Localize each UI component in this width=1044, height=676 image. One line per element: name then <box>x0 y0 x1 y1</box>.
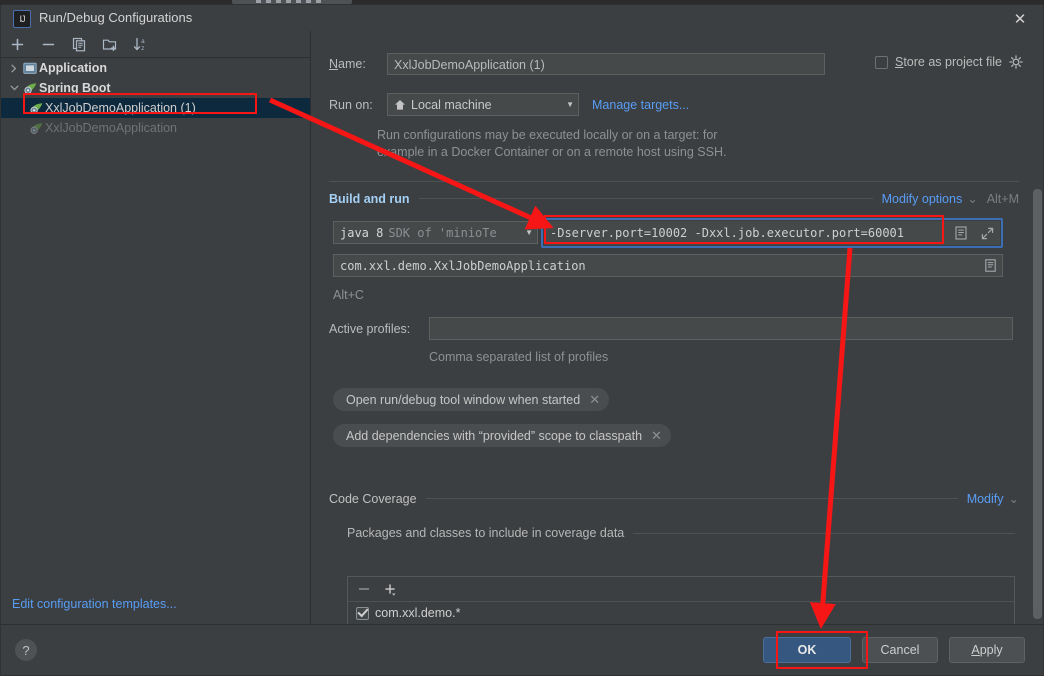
coverage-package-checkbox[interactable] <box>356 606 369 620</box>
run-on-label: Run on: <box>329 97 373 112</box>
svg-text:z: z <box>141 46 144 52</box>
spring-boot-icon <box>27 102 45 115</box>
twisty-expanded-icon[interactable] <box>7 84 21 92</box>
store-as-project-file-label: Store as project file <box>894 55 1002 69</box>
configurations-tree: Application Spring Boot XxlJobDemoApplic… <box>1 58 310 598</box>
coverage-packages-title: Packages and classes to include in cover… <box>347 526 625 540</box>
code-coverage-header: Code Coverage Modify ⌄ <box>329 491 1019 507</box>
modify-options-shortcut: Alt+M <box>986 191 1019 206</box>
dialog-footer: ? OK Cancel Apply <box>1 624 1043 675</box>
folder-add-icon[interactable] <box>100 34 120 54</box>
gear-icon[interactable] <box>1009 55 1023 69</box>
configurations-sidebar: a z Application Spring Boot XxlJobDemoAp… <box>1 31 316 627</box>
footer-buttons: OK Cancel Apply <box>763 637 1025 663</box>
configurations-toolbar: a z <box>1 31 316 58</box>
sdk-secondary-label: SDK of 'minioTe <box>388 225 497 240</box>
backdrop-dots <box>256 0 326 3</box>
active-profiles-input[interactable] <box>429 317 1013 340</box>
main-class-field-container: com.xxl.demo.XxlJobDemoApplication <box>333 254 1003 277</box>
twisty-collapsed-icon[interactable] <box>7 64 21 73</box>
name-label: Name: <box>329 57 366 71</box>
jvm-options-input[interactable]: -Dserver.port=10002 -Dxxl.job.executor.p… <box>544 226 948 240</box>
close-icon[interactable]: ✕ <box>1011 10 1029 28</box>
help-button[interactable]: ? <box>15 639 37 661</box>
spring-boot-icon-dim <box>27 122 45 135</box>
run-on-hint-line-1: Run configurations may be executed local… <box>377 128 718 142</box>
run-on-value: Local machine <box>411 97 492 112</box>
store-as-project-file-row[interactable]: Store as project file <box>874 55 1023 69</box>
tree-item-xxljobdemoapplication[interactable]: XxlJobDemoApplication <box>1 118 310 138</box>
configuration-detail-panel: Name: XxlJobDemoApplication (1) Store as… <box>311 31 1043 627</box>
run-on-hint-line-2: example in a Docker Container or on a re… <box>377 145 727 159</box>
chip-label: Open run/debug tool window when started <box>346 392 581 407</box>
add-configuration-button[interactable] <box>7 34 27 54</box>
code-coverage-title: Code Coverage <box>329 491 417 506</box>
build-and-run-divider <box>329 181 1019 182</box>
chevron-down-icon[interactable]: ▼ <box>523 228 533 237</box>
content-scrollbar-thumb[interactable] <box>1033 189 1042 619</box>
tree-item-xxljobdemoapplication-1[interactable]: XxlJobDemoApplication (1) <box>1 98 310 118</box>
store-as-project-file-checkbox[interactable] <box>874 55 888 69</box>
local-machine-icon <box>394 99 406 111</box>
ok-button[interactable]: OK <box>763 637 851 663</box>
main-class-shortcut-hint: Alt+C <box>333 288 364 302</box>
chip-label: Add dependencies with “provided” scope t… <box>346 428 643 443</box>
tree-item-label: Application <box>39 61 108 75</box>
expand-icon[interactable] <box>974 227 1000 240</box>
apply-button[interactable]: Apply <box>949 637 1025 663</box>
edit-configuration-templates-link[interactable]: Edit configuration templates... <box>12 597 177 611</box>
run-on-dropdown[interactable]: Local machine ▼ <box>387 93 579 116</box>
jvm-options-field-container: -Dserver.port=10002 -Dxxl.job.executor.p… <box>544 221 1000 245</box>
jre-sdk-dropdown[interactable]: java 8 SDK of 'minioTe ▼ <box>333 221 538 244</box>
chip-close-icon[interactable]: ✕ <box>651 429 662 442</box>
code-coverage-modify-link[interactable]: Modify <box>967 492 1004 506</box>
cancel-button[interactable]: Cancel <box>862 637 938 663</box>
dialog-titlebar: IJ Run/Debug Configurations ✕ <box>1 5 1043 32</box>
modify-options-chevron-icon[interactable]: ⌄ <box>967 191 977 206</box>
sort-az-icon[interactable]: a z <box>131 34 151 54</box>
main-class-input[interactable]: com.xxl.demo.XxlJobDemoApplication <box>334 259 978 273</box>
intellij-logo-icon: IJ <box>13 10 31 28</box>
tree-item-label: XxlJobDemoApplication (1) <box>45 101 196 115</box>
list-icon[interactable] <box>948 226 974 240</box>
tree-item-label: Spring Boot <box>39 81 111 95</box>
active-profiles-row: Active profiles: <box>329 317 1013 340</box>
coverage-package-row[interactable]: com.xxl.demo.* <box>348 602 1014 620</box>
build-and-run-title: Build and run <box>329 191 410 206</box>
run-on-row: Run on: Local machine ▼ Manage targets..… <box>329 93 689 116</box>
tree-item-label: XxlJobDemoApplication <box>45 121 178 135</box>
code-coverage-chevron-icon[interactable]: ⌄ <box>1009 491 1019 506</box>
svg-text:a: a <box>141 39 145 45</box>
tree-item-application[interactable]: Application <box>1 58 310 78</box>
chevron-down-icon[interactable]: ▼ <box>558 100 574 109</box>
chip-close-icon[interactable]: ✕ <box>589 393 600 406</box>
chip-add-provided-dependencies[interactable]: Add dependencies with “provided” scope t… <box>333 424 671 447</box>
remove-configuration-button[interactable] <box>38 34 58 54</box>
remove-package-button[interactable] <box>358 583 370 595</box>
run-debug-configurations-dialog: IJ Run/Debug Configurations ✕ a z Applic… <box>0 4 1044 676</box>
browse-icon[interactable] <box>978 259 1002 272</box>
copy-configuration-icon[interactable] <box>69 34 89 54</box>
build-and-run-header: Build and run Modify options ⌄ Alt+M <box>329 191 1019 207</box>
content-scrollbar[interactable] <box>1030 161 1043 627</box>
modify-options-link[interactable]: Modify options <box>882 192 963 206</box>
active-profiles-hint: Comma separated list of profiles <box>429 350 609 364</box>
name-row: Name: XxlJobDemoApplication (1) <box>329 53 825 75</box>
dialog-title: Run/Debug Configurations <box>39 10 193 25</box>
sdk-primary-label: java 8 <box>340 225 384 240</box>
tree-item-spring-boot[interactable]: Spring Boot <box>1 78 310 98</box>
application-icon <box>21 62 39 75</box>
add-package-button[interactable] <box>384 583 397 596</box>
coverage-packages-box: com.xxl.demo.* <box>347 576 1015 627</box>
coverage-packages-toolbar <box>348 577 1014 602</box>
screenshot-root: IJ Run/Debug Configurations ✕ a z Applic… <box>0 0 1044 676</box>
coverage-package-label: com.xxl.demo.* <box>375 606 461 620</box>
name-input[interactable]: XxlJobDemoApplication (1) <box>387 53 825 75</box>
spring-boot-icon <box>21 82 39 95</box>
manage-targets-link[interactable]: Manage targets... <box>592 98 689 112</box>
coverage-packages-header: Packages and classes to include in cover… <box>347 526 1015 540</box>
active-profiles-label: Active profiles: <box>329 321 411 336</box>
chip-open-run-debug-tool-window[interactable]: Open run/debug tool window when started … <box>333 388 610 411</box>
